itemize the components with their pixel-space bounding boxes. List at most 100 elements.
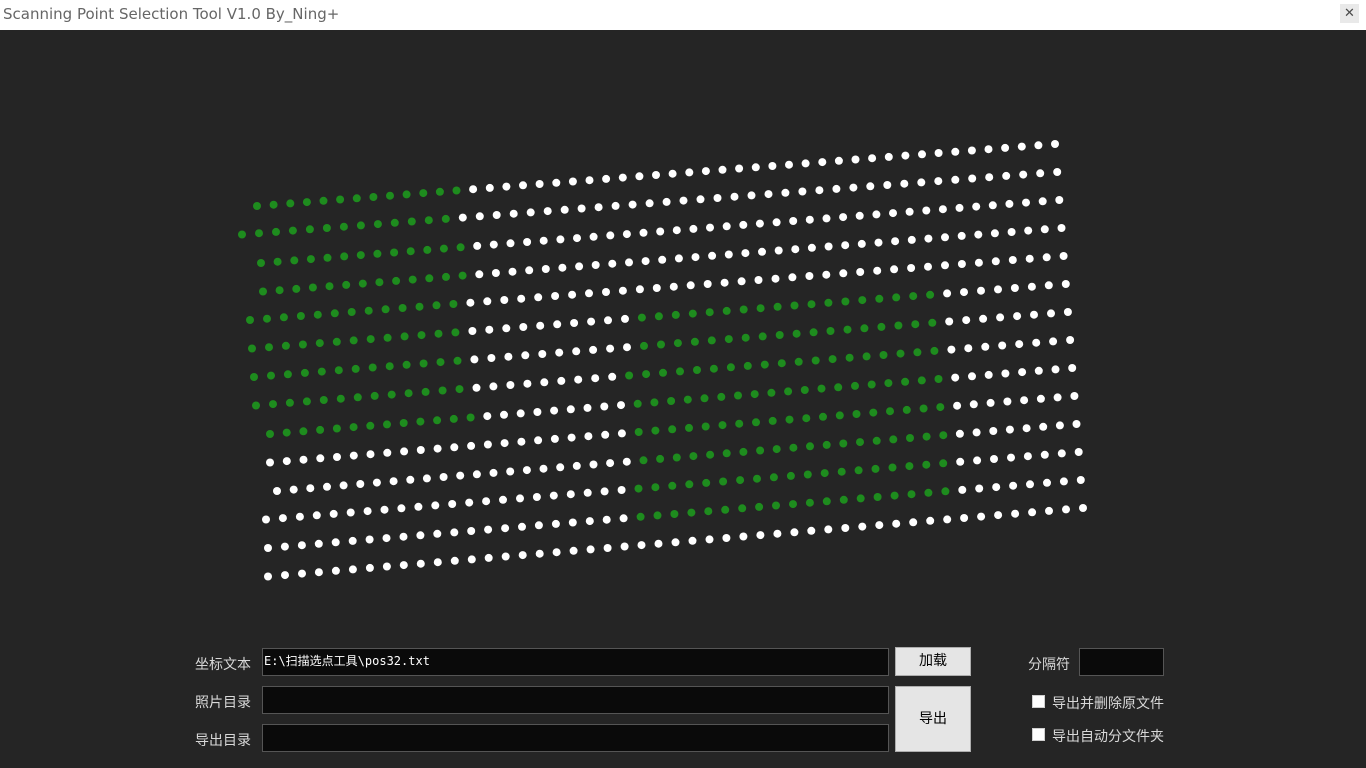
scan-point-selected[interactable] — [892, 293, 901, 302]
scan-point-selected[interactable] — [423, 245, 432, 254]
scan-point-selected[interactable] — [358, 279, 367, 288]
scan-point[interactable] — [1034, 141, 1043, 150]
scan-point[interactable] — [552, 178, 561, 187]
scan-point[interactable] — [534, 436, 543, 445]
scan-point[interactable] — [685, 168, 694, 177]
scan-point-selected[interactable] — [819, 412, 827, 421]
scan-point[interactable] — [669, 282, 678, 291]
auto-subfolder-checkbox[interactable] — [1032, 728, 1045, 741]
scan-point[interactable] — [1005, 199, 1014, 208]
scan-point-selected[interactable] — [901, 377, 910, 386]
scan-point[interactable] — [298, 569, 306, 578]
scan-point-selected[interactable] — [373, 249, 382, 258]
scan-point-selected[interactable] — [907, 490, 916, 499]
scan-point-selected[interactable] — [877, 322, 886, 331]
scan-point[interactable] — [747, 191, 756, 200]
scan-point-selected[interactable] — [458, 271, 467, 280]
scan-point[interactable] — [1072, 420, 1081, 428]
scan-point[interactable] — [500, 410, 508, 419]
scan-point-selected[interactable] — [685, 480, 694, 489]
scan-point[interactable] — [839, 269, 848, 278]
scan-point[interactable] — [1005, 425, 1014, 434]
scan-point[interactable] — [1015, 340, 1024, 349]
scan-point[interactable] — [383, 448, 392, 457]
scan-point[interactable] — [472, 383, 481, 392]
scan-point[interactable] — [998, 341, 1007, 350]
scan-point[interactable] — [1063, 308, 1072, 316]
scan-point[interactable] — [1053, 168, 1062, 176]
scan-point-selected[interactable] — [676, 367, 684, 376]
scan-point-selected[interactable] — [856, 438, 864, 447]
scan-point-selected[interactable] — [700, 394, 709, 403]
scan-point-selected[interactable] — [756, 446, 765, 455]
scan-point[interactable] — [1022, 198, 1030, 207]
scan-point[interactable] — [924, 262, 932, 271]
scan-point-selected[interactable] — [340, 252, 349, 261]
scan-point-selected[interactable] — [785, 415, 794, 424]
scan-point-selected[interactable] — [296, 312, 305, 320]
scan-point[interactable] — [516, 494, 524, 503]
scan-point-selected[interactable] — [281, 341, 290, 350]
scan-point[interactable] — [956, 457, 965, 466]
scan-point[interactable] — [264, 572, 272, 581]
scan-point-selected[interactable] — [381, 305, 390, 314]
scan-point[interactable] — [701, 167, 710, 176]
scan-point[interactable] — [483, 412, 492, 421]
scan-point[interactable] — [1003, 397, 1012, 406]
scan-point-selected[interactable] — [922, 460, 931, 469]
scan-point-selected[interactable] — [667, 397, 676, 405]
scan-point-selected[interactable] — [668, 481, 677, 490]
scan-point[interactable] — [509, 209, 518, 218]
scan-point[interactable] — [475, 270, 484, 279]
scan-point[interactable] — [1034, 366, 1043, 375]
scan-point-selected[interactable] — [741, 333, 750, 342]
scan-point[interactable] — [556, 235, 565, 244]
scan-point[interactable] — [439, 473, 448, 481]
scan-point[interactable] — [525, 266, 534, 275]
scan-point[interactable] — [469, 185, 478, 194]
scan-point[interactable] — [1025, 254, 1034, 263]
scan-point-selected[interactable] — [369, 193, 378, 201]
scan-point[interactable] — [909, 518, 918, 527]
scan-point[interactable] — [1001, 369, 1010, 378]
scan-point-grid[interactable] — [0, 30, 1366, 630]
scan-point[interactable] — [506, 381, 515, 389]
scan-point[interactable] — [620, 542, 629, 551]
scan-point[interactable] — [289, 485, 298, 494]
scan-point-selected[interactable] — [279, 313, 288, 322]
scan-point-selected[interactable] — [438, 386, 447, 395]
scan-point-selected[interactable] — [252, 401, 260, 410]
scan-point[interactable] — [955, 429, 964, 438]
scan-point[interactable] — [466, 298, 475, 307]
scan-point[interactable] — [945, 317, 954, 326]
scan-point-selected[interactable] — [928, 318, 937, 327]
scan-point-selected[interactable] — [298, 340, 307, 349]
scan-point[interactable] — [575, 262, 584, 271]
scan-point[interactable] — [1043, 478, 1051, 487]
scan-point-selected[interactable] — [843, 325, 852, 334]
scan-point[interactable] — [991, 257, 1000, 266]
scan-point[interactable] — [984, 145, 993, 154]
separator-input[interactable] — [1079, 648, 1164, 676]
scan-point[interactable] — [974, 258, 983, 267]
scan-point-selected[interactable] — [805, 498, 814, 507]
scan-point-selected[interactable] — [926, 290, 935, 299]
scan-point-selected[interactable] — [263, 314, 271, 323]
scan-point-selected[interactable] — [873, 493, 882, 501]
scan-point[interactable] — [858, 522, 867, 531]
scan-point-selected[interactable] — [896, 349, 905, 358]
scan-point-selected[interactable] — [772, 501, 780, 510]
scan-point[interactable] — [1017, 142, 1026, 151]
scan-point-selected[interactable] — [385, 362, 394, 371]
scan-point-selected[interactable] — [835, 411, 844, 420]
scan-point[interactable] — [573, 234, 581, 243]
scan-point[interactable] — [951, 373, 960, 382]
scan-point[interactable] — [400, 447, 409, 456]
scan-point[interactable] — [658, 255, 667, 264]
scan-point[interactable] — [1001, 143, 1010, 152]
scan-point-selected[interactable] — [417, 331, 426, 340]
scan-point[interactable] — [621, 314, 629, 323]
scan-point-selected[interactable] — [854, 466, 863, 475]
scan-point-selected[interactable] — [657, 340, 665, 349]
scan-point[interactable] — [538, 350, 547, 358]
